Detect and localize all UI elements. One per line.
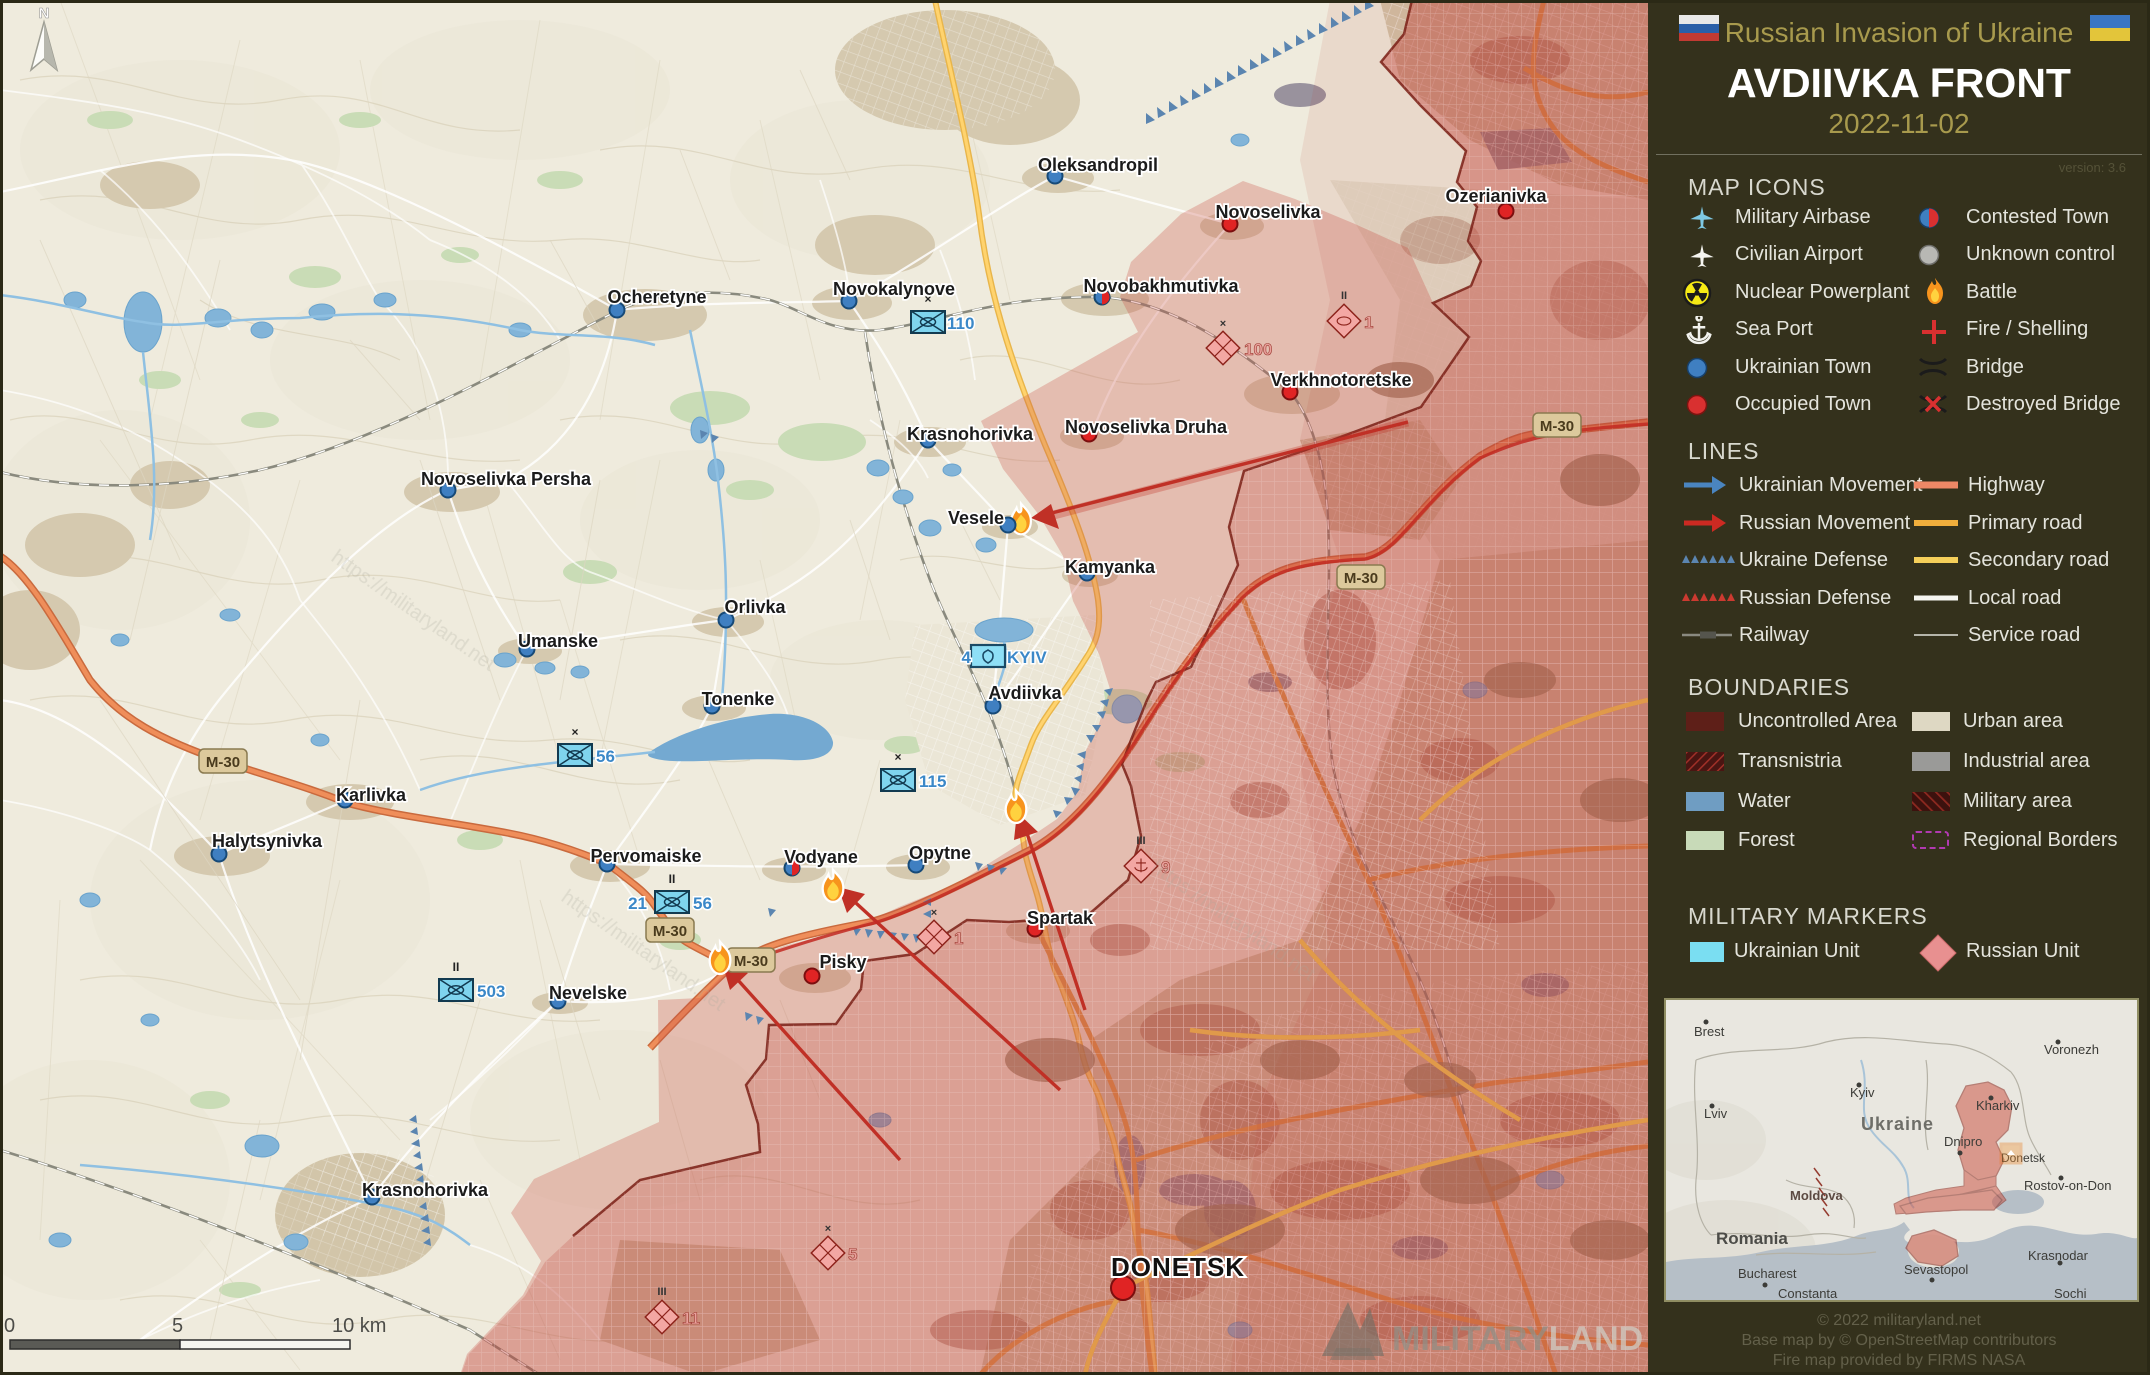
svg-text:Voronezh: Voronezh: [2044, 1042, 2099, 1057]
svg-text:Umanske: Umanske: [518, 631, 598, 651]
svg-text:56: 56: [596, 747, 615, 766]
svg-text:Vesele: Vesele: [948, 508, 1004, 528]
svg-text:II: II: [453, 960, 460, 974]
svg-text:MILITARYLAND: MILITARYLAND: [1392, 1320, 1643, 1358]
svg-text:4: 4: [962, 648, 972, 667]
svg-text:Sochi: Sochi: [2054, 1286, 2087, 1300]
svg-text:Krasnodar: Krasnodar: [2028, 1248, 2089, 1263]
svg-text:Novoselivka: Novoselivka: [1215, 202, 1321, 222]
svg-text:KYIV: KYIV: [1007, 648, 1047, 667]
svg-text:Novoselivka Persha: Novoselivka Persha: [421, 469, 592, 489]
svg-text:Karlivka: Karlivka: [336, 785, 407, 805]
svg-text:Nevelske: Nevelske: [549, 983, 627, 1003]
svg-text:Brest: Brest: [1694, 1024, 1725, 1039]
svg-text:5: 5: [848, 1245, 857, 1264]
svg-text:Verkhnotoretske: Verkhnotoretske: [1270, 370, 1411, 390]
svg-text:Romania: Romania: [1716, 1229, 1788, 1248]
svg-text:×: ×: [571, 725, 578, 739]
svg-text:Avdiivka: Avdiivka: [988, 683, 1062, 703]
svg-text:Ukraine: Ukraine: [1861, 1114, 1934, 1134]
svg-text:N: N: [39, 5, 50, 22]
svg-text:M-30: M-30: [734, 953, 768, 970]
svg-text:Constanta: Constanta: [1778, 1286, 1838, 1300]
svg-text:1: 1: [954, 929, 963, 948]
svg-text:×: ×: [1220, 318, 1226, 330]
svg-text:Dnipro: Dnipro: [1944, 1134, 1982, 1149]
svg-text:Kharkiv: Kharkiv: [1976, 1098, 2020, 1113]
svg-text:Rostov-on-Don: Rostov-on-Don: [2024, 1178, 2111, 1193]
svg-text:Halytsynivka: Halytsynivka: [212, 831, 323, 851]
svg-text:×: ×: [894, 750, 901, 764]
svg-text:DONETSK: DONETSK: [1111, 1252, 1245, 1282]
svg-text:III: III: [1136, 835, 1145, 847]
svg-text:Ocheretyne: Ocheretyne: [607, 287, 706, 307]
svg-text:Novobakhmutivka: Novobakhmutivka: [1083, 276, 1239, 296]
svg-text:Moldova: Moldova: [1790, 1188, 1843, 1203]
svg-text:Bucharest: Bucharest: [1738, 1266, 1797, 1281]
svg-text:Vodyane: Vodyane: [784, 847, 858, 867]
svg-text:×: ×: [825, 1223, 831, 1235]
svg-text:5: 5: [172, 1315, 183, 1337]
svg-text:Pisky: Pisky: [819, 952, 866, 972]
svg-text:×: ×: [931, 907, 937, 919]
svg-text:M-30: M-30: [1344, 570, 1378, 587]
svg-text:1: 1: [1364, 313, 1373, 332]
svg-text:110: 110: [947, 314, 974, 333]
svg-text:Opytne: Opytne: [909, 843, 971, 863]
svg-text:10 km: 10 km: [332, 1315, 386, 1337]
svg-text:Novokalynove: Novokalynove: [833, 279, 955, 299]
svg-text:503: 503: [477, 982, 505, 1001]
svg-text:Sevastopol: Sevastopol: [1904, 1262, 1968, 1277]
svg-text:III: III: [657, 1286, 666, 1298]
svg-text:Kyiv: Kyiv: [1850, 1085, 1875, 1100]
svg-text:Kamyanka: Kamyanka: [1065, 557, 1156, 577]
svg-text:Oleksandropil: Oleksandropil: [1038, 155, 1158, 175]
svg-text:0: 0: [4, 1315, 15, 1337]
svg-text:Krasnohorivka: Krasnohorivka: [907, 424, 1034, 444]
svg-text:II: II: [1341, 290, 1347, 302]
svg-text:M-30: M-30: [653, 923, 687, 940]
svg-text:Ozerianivka: Ozerianivka: [1445, 186, 1547, 206]
svg-text:Tonenke: Tonenke: [702, 689, 775, 709]
svg-text:100: 100: [1244, 340, 1272, 359]
svg-text:115: 115: [919, 772, 946, 791]
svg-text:21: 21: [628, 894, 647, 913]
svg-text:II: II: [669, 872, 676, 886]
svg-text:Novoselivka Druha: Novoselivka Druha: [1065, 417, 1228, 437]
svg-text:Spartak: Spartak: [1027, 908, 1094, 928]
svg-text:Pervomaiske: Pervomaiske: [590, 846, 701, 866]
svg-text:Lviv: Lviv: [1704, 1106, 1728, 1121]
svg-text:M-30: M-30: [206, 754, 240, 771]
svg-text:Orlivka: Orlivka: [724, 597, 786, 617]
svg-text:56: 56: [693, 894, 712, 913]
svg-text:M-30: M-30: [1540, 418, 1574, 435]
svg-text:11: 11: [682, 1309, 700, 1328]
svg-text:Krasnohorivka: Krasnohorivka: [362, 1180, 489, 1200]
